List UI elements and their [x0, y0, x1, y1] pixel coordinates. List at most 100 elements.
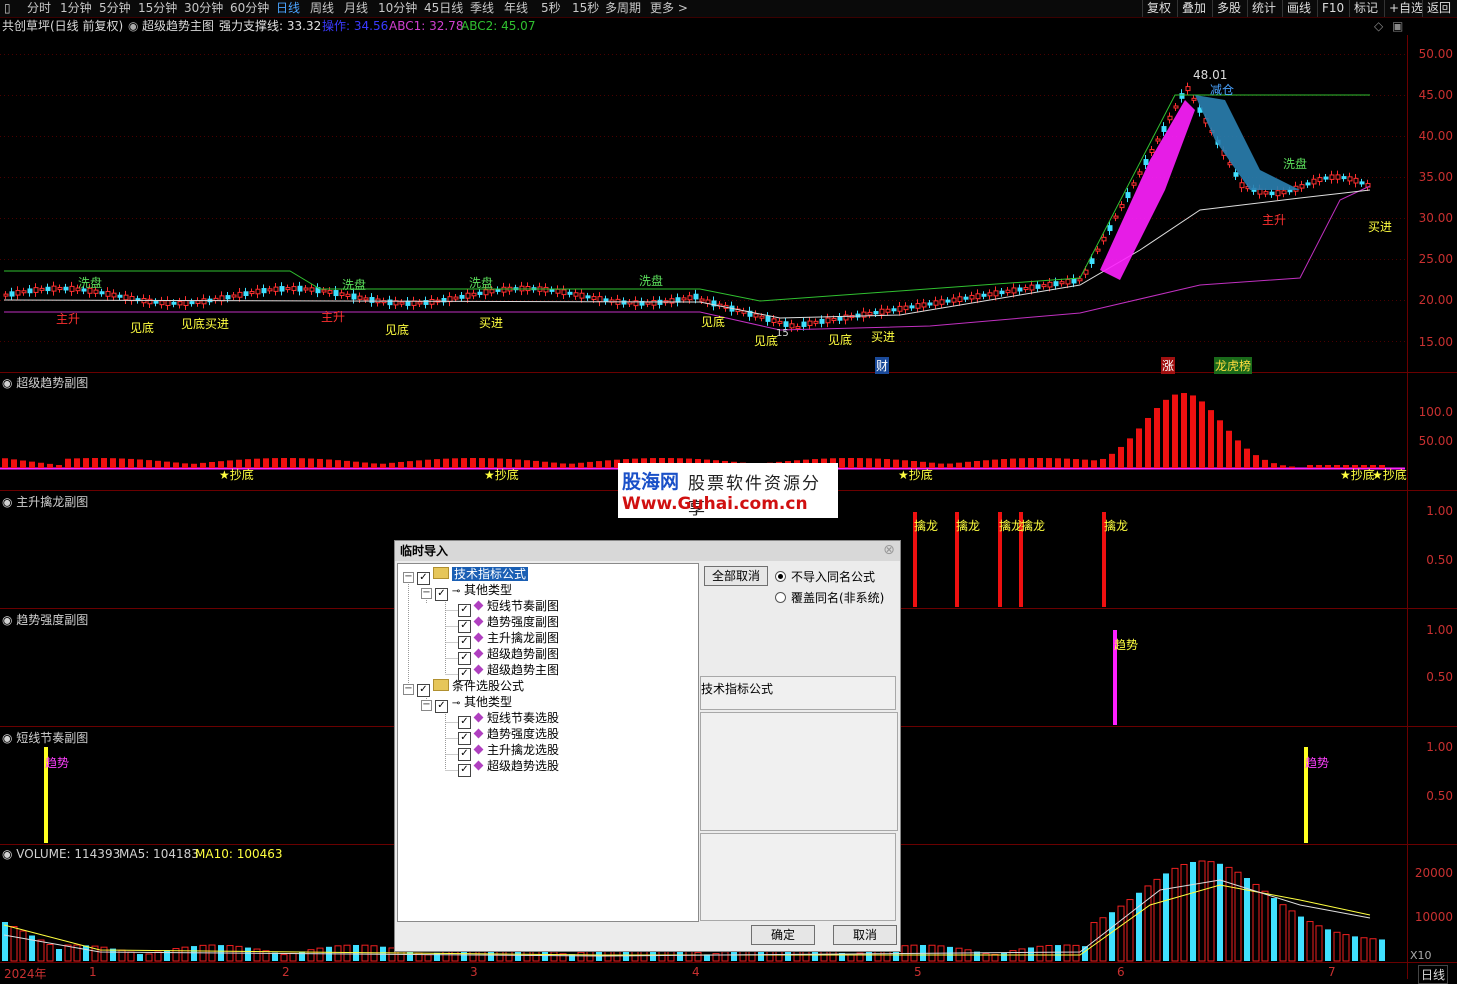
x-axis-month: 3 [470, 965, 478, 979]
collapse-icon[interactable]: − [421, 588, 432, 599]
pane-超级趋势副图[interactable]: ◉ 超级趋势副图 [2, 374, 88, 391]
period-tab[interactable]: 5秒 [541, 0, 561, 16]
tree-label: 短线节奏副图 [487, 599, 560, 613]
period-tab[interactable]: 月线 [344, 0, 368, 16]
radio-label: 不导入同名公式 [791, 570, 876, 584]
period-tab[interactable]: 60分钟 [230, 0, 269, 16]
signal-chaodi: ★抄底 [898, 468, 933, 482]
x-axis-month: 4 [692, 965, 700, 979]
f10-button[interactable]: F10 [1317, 0, 1348, 17]
window-icon[interactable]: ▣ [1392, 19, 1403, 34]
draw-line-button[interactable]: 画线 [1282, 0, 1315, 17]
stats-button[interactable]: 统计 [1247, 0, 1280, 17]
radio-icon [775, 592, 786, 603]
diamond-icon[interactable]: ◇ [1374, 19, 1383, 34]
formula-icon [473, 712, 484, 723]
period-tab[interactable]: 10分钟 [378, 0, 417, 16]
pane-趋势强度副图[interactable]: ◉ 趋势强度副图 [2, 611, 88, 628]
overlay-button[interactable]: 叠加 [1177, 0, 1210, 17]
period-tab[interactable]: 年线 [504, 0, 528, 16]
period-tab[interactable]: 15分钟 [138, 0, 177, 16]
stock-title: 共创草坪(日线 前复权) [2, 19, 124, 33]
back-button[interactable]: 返回 [1422, 0, 1455, 17]
period-tab[interactable]: 分时 [27, 0, 51, 16]
formula-icon [473, 664, 484, 675]
pane4-tick: 1.00 [1426, 623, 1453, 637]
tree-label: 超级趋势选股 [487, 759, 560, 773]
tree-label: 技术指标公式 [452, 567, 529, 581]
add-watchlist-button[interactable]: +自选 [1384, 0, 1427, 17]
formula-icon [473, 760, 484, 771]
formula-icon [473, 632, 484, 643]
formula-tree[interactable]: − ✓ 技术指标公式 − ✓ ⊸ 其他类型 ✓ 短线节奏副图 ✓ 趋势强度副图 ✓ 主升擒龙… [397, 563, 699, 922]
x-axis-year: 2024年 [4, 967, 47, 981]
radio-skip-duplicates[interactable]: 不导入同名公式 [775, 568, 875, 585]
checkbox-checked-icon[interactable]: ✓ [435, 700, 448, 713]
finance-marker[interactable]: 财 [875, 357, 890, 374]
collapse-icon[interactable]: ◉ [128, 19, 138, 34]
tree-label: 超级趋势副图 [487, 647, 560, 661]
period-indicator[interactable]: 日线 [1418, 965, 1449, 984]
ok-button[interactable]: 确定 [751, 925, 815, 945]
fuquan-button[interactable]: 复权 [1142, 0, 1175, 17]
op-value: 操作: 34.56 [322, 19, 389, 33]
import-dialog: 临时导入 ⊗ − ✓ 技术指标公式 − ✓ ⊸ 其他类型 ✓ 短线节奏副图 ✓ … [394, 540, 901, 952]
checkbox-checked-icon[interactable]: ✓ [435, 588, 448, 601]
abc1-value: ABC1: 32.78 [389, 19, 464, 33]
tree-label: 趋势强度副图 [487, 615, 560, 629]
dialog-titlebar[interactable]: 临时导入 ⊗ [395, 541, 900, 561]
collapse-icon[interactable]: − [403, 684, 414, 695]
high-price-label: 48.01 [1193, 68, 1228, 82]
mark-button[interactable]: 标记 [1349, 0, 1382, 17]
main-indicator-name[interactable]: 超级趋势主图 [142, 19, 214, 34]
period-tab[interactable]: 1分钟 [60, 0, 92, 16]
pane-短线节奏副图[interactable]: ◉ 短线节奏副图 [2, 729, 88, 746]
period-tab[interactable]: 30分钟 [184, 0, 223, 16]
signal-chaodi: ★抄底 [219, 468, 254, 482]
detail-panel[interactable] [700, 833, 896, 921]
folder-icon [433, 567, 449, 579]
signal-maijin: 买进 [1368, 220, 1393, 234]
radio-overwrite[interactable]: 覆盖同名(非系统) [775, 589, 884, 606]
tree-item[interactable]: ✓ 超级趋势选股 [458, 759, 559, 777]
period-tab[interactable]: 周线 [310, 0, 334, 16]
pane5-tick: 0.50 [1426, 789, 1453, 803]
close-icon[interactable]: ⊗ [882, 543, 896, 557]
collapse-icon[interactable]: − [421, 700, 432, 711]
pane-volume[interactable]: ◉ VOLUME: 114393 [2, 847, 120, 861]
cancel-button[interactable]: 取消 [833, 925, 897, 945]
rise-marker[interactable]: 涨 [1161, 357, 1176, 374]
more-menu[interactable]: 更多 > [650, 0, 688, 16]
period-tab[interactable]: 15秒 [572, 0, 599, 16]
tree-label: 其他类型 [464, 695, 513, 709]
period-tab[interactable]: 多周期 [605, 0, 641, 16]
signal-maijin: 买进 [479, 316, 504, 330]
signal-jiandi: 见底 [754, 334, 779, 348]
signal-qinlong: 擒龙 [956, 519, 981, 533]
collapse-icon[interactable]: − [403, 572, 414, 583]
description-panel[interactable] [700, 712, 898, 831]
signal-maijin: 买进 [871, 330, 896, 344]
folder-icon [433, 679, 449, 691]
dragon-tiger-marker[interactable]: 龙虎榜 [1214, 357, 1253, 374]
signal-chaodi: ★抄底 [484, 468, 519, 482]
signal-xipan: 洗盘 [1283, 157, 1308, 171]
period-tab[interactable]: 季线 [470, 0, 494, 16]
panel-toggle-icon[interactable]: ▯ [4, 0, 11, 16]
period-tab[interactable]: 5分钟 [99, 0, 131, 16]
deselect-all-button[interactable]: 全部取消 [704, 566, 768, 586]
multi-stock-button[interactable]: 多股 [1212, 0, 1245, 17]
pane2-tick: 50.00 [1418, 434, 1453, 448]
watermark-brand: 股海网 [622, 471, 680, 493]
signal-chaodi: ★抄底 [1340, 468, 1375, 482]
pane-主升擒龙副图[interactable]: ◉ 主升擒龙副图 [2, 493, 88, 510]
category-label: 技术指标公式 [701, 682, 774, 696]
key-icon: ⊸ [451, 586, 461, 597]
support-line-value: 强力支撑线: 33.32 [219, 19, 322, 33]
period-tab-active[interactable]: 日线 [276, 0, 300, 16]
period-tab[interactable]: 45日线 [424, 0, 463, 16]
formula-icon [473, 648, 484, 659]
abc2-value: ABC2: 45.07 [461, 19, 536, 33]
checkbox-checked-icon[interactable]: ✓ [458, 764, 471, 777]
price-tick: 50.00 [1418, 47, 1453, 61]
